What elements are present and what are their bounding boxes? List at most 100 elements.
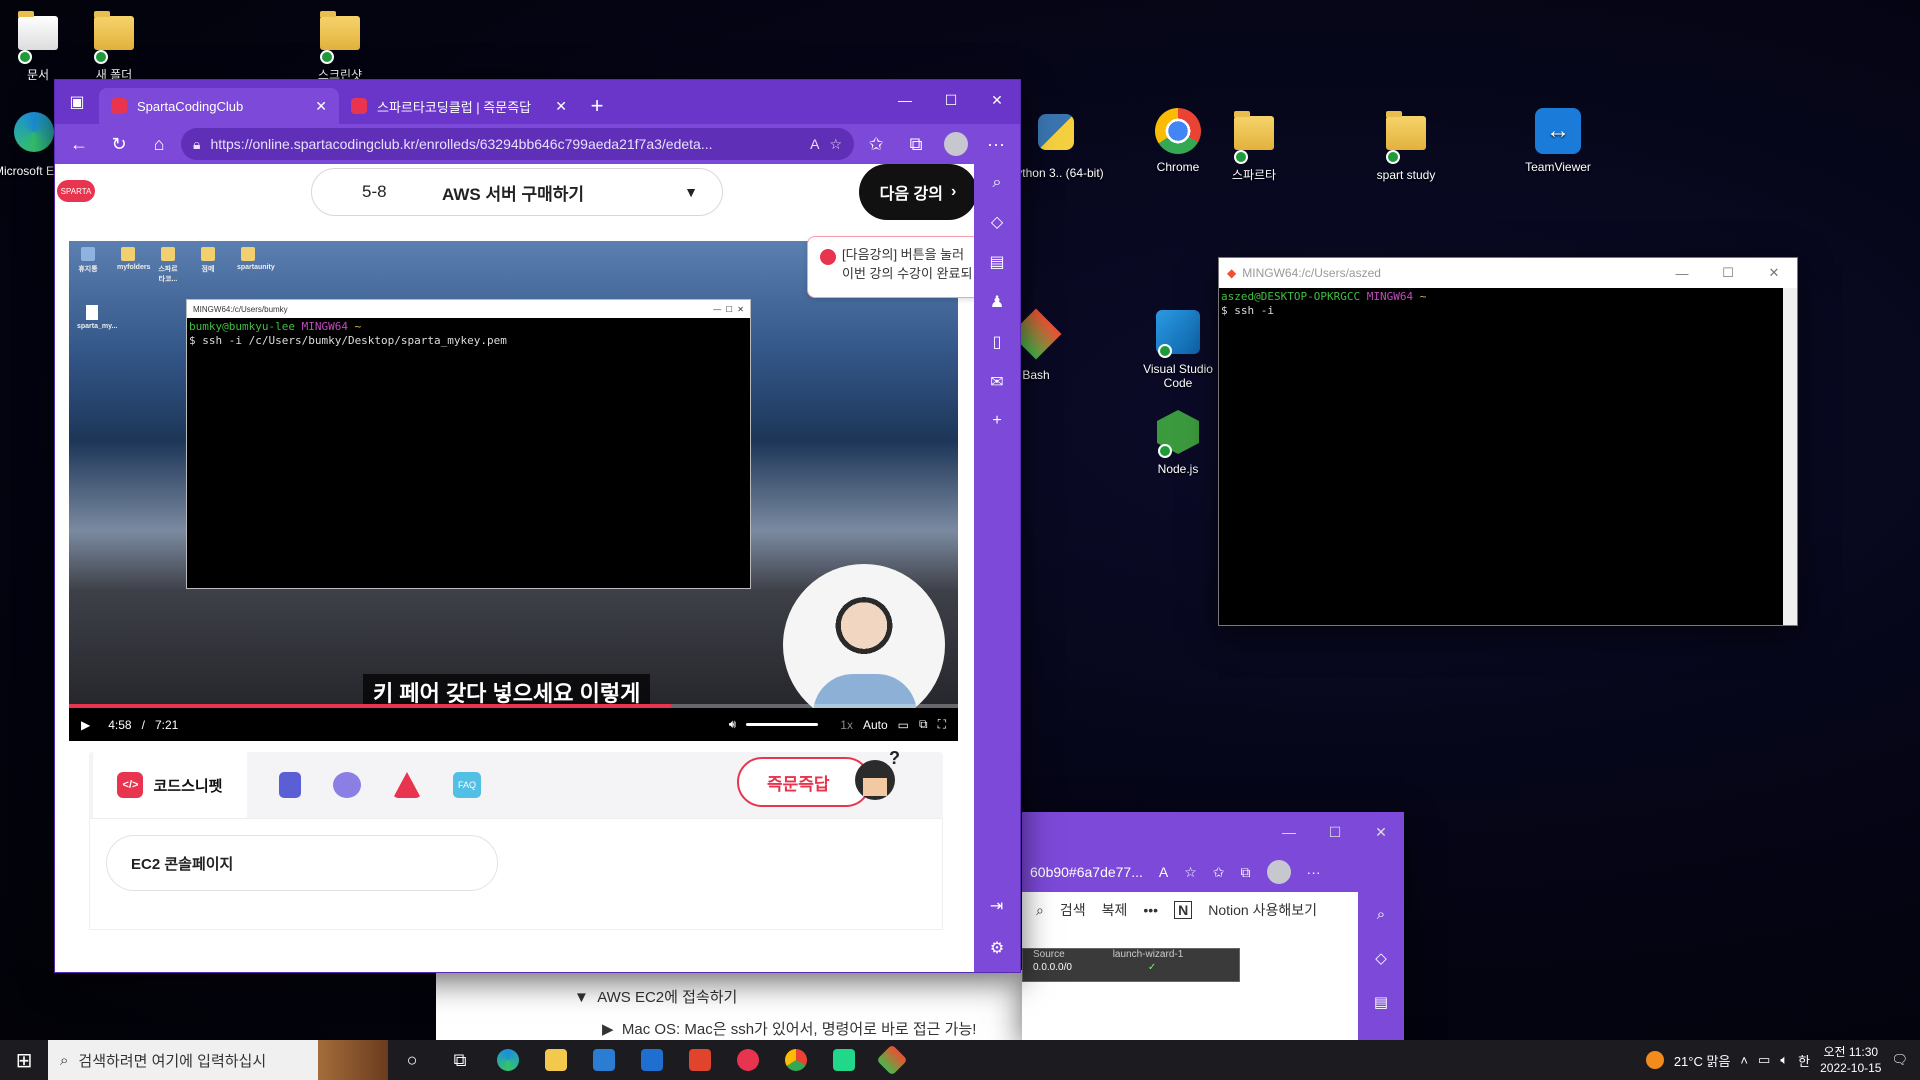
sparta-logo[interactable]: SPARTA bbox=[57, 180, 95, 202]
more-menu-icon[interactable]: ··· bbox=[1307, 864, 1321, 880]
desktop-icon-sparta[interactable]: 스파르타 bbox=[1206, 108, 1302, 182]
taskbar-office-icon[interactable] bbox=[676, 1040, 724, 1080]
tag-icon[interactable]: ◇ bbox=[991, 212, 1003, 232]
git-bash-terminal-window[interactable]: ◆ MINGW64:/c/Users/aszed — ☐ ✕ aszed@DES… bbox=[1218, 257, 1798, 626]
desktop-icon-vscode[interactable]: Visual Studio Code bbox=[1130, 310, 1226, 390]
collections-icon[interactable]: ⧉ bbox=[898, 128, 934, 160]
fullscreen-icon[interactable]: ⛶ bbox=[938, 717, 946, 732]
collections-icon[interactable]: ⧉ bbox=[1241, 864, 1251, 881]
volume-icon[interactable]: 🔈︎ bbox=[1780, 1052, 1788, 1068]
play-icon[interactable]: ▶ bbox=[81, 718, 90, 732]
chevron-down-icon[interactable]: ▼ bbox=[678, 179, 704, 205]
notion-try[interactable]: Notion 사용해보기 bbox=[1208, 900, 1317, 920]
start-windows-icon[interactable]: ⊞ bbox=[0, 1040, 48, 1080]
next-lecture-button[interactable]: 다음 강의 › bbox=[859, 164, 977, 220]
games-icon[interactable]: ♟ bbox=[990, 292, 1004, 312]
taskbar-chrome-icon[interactable] bbox=[772, 1040, 820, 1080]
taskbar-store-icon[interactable] bbox=[580, 1040, 628, 1080]
toolbox-icon[interactable]: ▤ bbox=[989, 252, 1004, 272]
desktop-icon-screenshot[interactable]: 스크린샷 bbox=[292, 8, 388, 82]
profile-avatar[interactable] bbox=[1266, 860, 1291, 884]
close-button[interactable]: ✕ bbox=[1358, 812, 1404, 852]
taskbar-edge-icon[interactable] bbox=[484, 1040, 532, 1080]
quality-control[interactable]: Auto bbox=[863, 718, 888, 732]
ime-indicator[interactable]: 한 bbox=[1798, 1051, 1810, 1070]
task-view-icon[interactable]: ⧉ bbox=[436, 1040, 484, 1080]
search-icon[interactable]: ⌕ bbox=[1036, 902, 1044, 919]
taskbar-pycharm-icon[interactable] bbox=[820, 1040, 868, 1080]
home-icon[interactable]: ⌂ bbox=[141, 128, 177, 160]
tab-spartacodingclub[interactable]: SpartaCodingClub ✕ bbox=[99, 88, 339, 124]
read-aloud-icon[interactable]: A bbox=[810, 136, 819, 152]
profile-avatar[interactable] bbox=[938, 128, 974, 160]
network-icon[interactable]: ▭ bbox=[1758, 1052, 1770, 1068]
close-tab-icon[interactable]: ✕ bbox=[315, 98, 327, 115]
tab-sparta-qna[interactable]: 스파르타코딩클럽 | 즉문즉답 ✕ bbox=[339, 88, 579, 124]
read-aloud-icon[interactable]: A bbox=[1159, 864, 1168, 880]
tab-code-snippet[interactable]: </> 코드스니펫 bbox=[93, 752, 247, 818]
more-icon[interactable]: ••• bbox=[1143, 902, 1158, 918]
minimize-button[interactable]: — bbox=[1659, 266, 1705, 281]
close-tab-icon[interactable]: ✕ bbox=[555, 98, 567, 115]
favorite-star-icon[interactable]: ☆ bbox=[829, 136, 842, 153]
taskbar-mail-icon[interactable] bbox=[628, 1040, 676, 1080]
favorites-icon[interactable]: ✩ bbox=[858, 128, 894, 160]
address-bar[interactable]: 🔒︎ https://online.spartacodingclub.kr/en… bbox=[181, 128, 854, 160]
tag-icon[interactable]: ◇ bbox=[1375, 949, 1387, 967]
more-menu-icon[interactable]: ··· bbox=[978, 128, 1014, 160]
close-button[interactable]: ✕ bbox=[1751, 265, 1797, 281]
tab-actions-icon[interactable]: ▣ bbox=[55, 80, 99, 124]
taskbar-sparta-icon[interactable] bbox=[724, 1040, 772, 1080]
taskbar-git-icon[interactable] bbox=[868, 1040, 916, 1080]
minimize-button[interactable]: — bbox=[882, 80, 928, 120]
notion-toggle-macos[interactable]: ▶ Mac OS: Mac은 ssh가 있어서, 명령어로 바로 접근 가능! bbox=[602, 1018, 976, 1039]
terminal-output[interactable]: aszed@DESKTOP-OPKRGCC MINGW64 ~ $ ssh -i bbox=[1219, 288, 1797, 320]
volume-icon[interactable]: 🔊︎ bbox=[729, 717, 737, 732]
document-icon[interactable] bbox=[279, 772, 301, 798]
notion-search[interactable]: 검색 bbox=[1060, 900, 1086, 920]
notion-duplicate[interactable]: 복제 bbox=[1102, 900, 1128, 920]
notification-icon[interactable]: 🗨︎ bbox=[1891, 1052, 1908, 1068]
search-icon[interactable]: ⌕ bbox=[993, 174, 1002, 192]
video-player[interactable]: 휴지통 myfolders 스파르타코... 점메 spartaunity sp… bbox=[69, 241, 958, 741]
close-button[interactable]: ✕ bbox=[974, 80, 1020, 120]
back-icon[interactable]: ← bbox=[61, 128, 97, 160]
notion-toggle-ec2[interactable]: ▼ AWS EC2에 접속하기 bbox=[574, 986, 737, 1007]
minimize-button[interactable]: — bbox=[1266, 812, 1312, 852]
favorite-star-icon[interactable]: ☆ bbox=[1184, 864, 1197, 881]
outlook-icon[interactable]: ✉ bbox=[990, 372, 1003, 392]
maximize-button[interactable]: ☐ bbox=[1705, 265, 1751, 281]
maximize-button[interactable]: ☐ bbox=[1312, 812, 1358, 852]
snippet-ec2-console[interactable]: EC2 콘솔페이지 bbox=[106, 835, 498, 891]
weather-sun-icon[interactable] bbox=[1645, 1051, 1664, 1069]
terminal-scrollbar[interactable] bbox=[1783, 288, 1797, 625]
volume-slider[interactable] bbox=[746, 723, 819, 726]
chevron-up-icon[interactable]: ˄ bbox=[1740, 1053, 1748, 1068]
toolbox-icon[interactable]: ▤ bbox=[1374, 993, 1388, 1011]
captions-icon[interactable]: ▭ bbox=[898, 718, 909, 732]
refresh-icon[interactable]: ↻ bbox=[101, 128, 137, 160]
maximize-button[interactable]: ☐ bbox=[928, 80, 974, 120]
desktop-icon-teamviewer[interactable]: ↔ TeamViewer bbox=[1510, 108, 1606, 174]
taskbar-explorer-icon[interactable] bbox=[532, 1040, 580, 1080]
sidebar-collapse-icon[interactable]: ⇥ bbox=[990, 896, 1004, 916]
desktop-icon-python[interactable]: Python 3.. (64-bit) bbox=[1008, 108, 1104, 180]
desktop-icon-spart-study[interactable]: spart study bbox=[1358, 108, 1454, 182]
add-icon[interactable]: + bbox=[992, 412, 1001, 430]
pip-icon[interactable]: ⧉ bbox=[919, 717, 928, 732]
favorites-icon[interactable]: ✩ bbox=[1213, 864, 1225, 881]
search-icon[interactable]: ⌕ bbox=[1377, 906, 1385, 923]
cortana-icon[interactable]: ○ bbox=[388, 1040, 436, 1080]
taskbar-search[interactable]: ⌕ 검색하려면 여기에 입력하십시 bbox=[48, 1040, 388, 1080]
desktop-icon-nodejs[interactable]: Node.js bbox=[1130, 410, 1226, 476]
clock[interactable]: 오전 11:30 2022-10-15 bbox=[1820, 1044, 1881, 1076]
weather-text[interactable]: 21°C 맑음 bbox=[1674, 1051, 1731, 1070]
new-tab-button[interactable]: + bbox=[579, 88, 615, 124]
lecture-selector[interactable]: 5-8 AWS 서버 구매하기 ▼ bbox=[311, 168, 723, 216]
office-icon[interactable]: ▯ bbox=[993, 332, 1002, 352]
chat-icon[interactable] bbox=[333, 772, 361, 798]
settings-gear-icon[interactable]: ⚙ bbox=[990, 938, 1004, 958]
faq-icon[interactable]: FAQ bbox=[453, 772, 481, 798]
address-fragment[interactable]: 60b90#6a7de77... bbox=[1030, 864, 1143, 880]
warning-icon[interactable] bbox=[393, 772, 421, 798]
